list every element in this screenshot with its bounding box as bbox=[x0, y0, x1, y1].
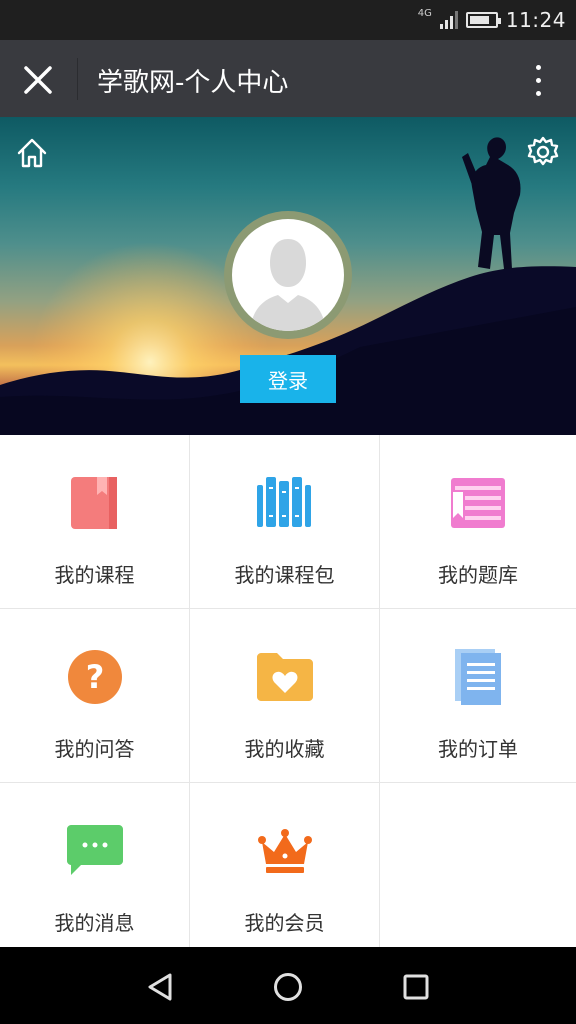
home-nav-button[interactable] bbox=[268, 967, 308, 1007]
avatar-image bbox=[232, 219, 344, 331]
gear-icon bbox=[527, 136, 559, 166]
login-button[interactable]: 登录 bbox=[240, 355, 336, 403]
menu-item-label: 我的课程 bbox=[54, 563, 135, 587]
home-circle-icon bbox=[274, 973, 302, 1001]
home-button[interactable] bbox=[14, 135, 50, 171]
recents-button[interactable] bbox=[396, 967, 436, 1007]
title-bar: 学歌网-个人中心 bbox=[0, 40, 576, 117]
more-button[interactable] bbox=[520, 58, 556, 102]
heart-folder-icon bbox=[256, 653, 313, 701]
default-user-icon bbox=[250, 239, 326, 331]
document-icon bbox=[455, 649, 501, 705]
question-circle-icon: ? bbox=[67, 650, 122, 704]
menu-item-label: 我的课程包 bbox=[234, 563, 335, 587]
close-icon bbox=[24, 66, 52, 94]
menu-item-empty bbox=[380, 783, 576, 947]
menu-item-my-messages[interactable]: 我的消息 bbox=[0, 783, 190, 947]
menu-item-my-course-packs[interactable]: 我的课程包 bbox=[190, 435, 380, 609]
crown-icon bbox=[257, 829, 312, 873]
system-navigation-bar bbox=[0, 947, 576, 1024]
menu-item-label: 我的收藏 bbox=[244, 737, 325, 761]
book-icon bbox=[70, 477, 117, 529]
status-icons: 4G 11:24 bbox=[418, 6, 566, 34]
menu-item-label: 我的问答 bbox=[54, 737, 135, 761]
menu-item-my-question-bank[interactable]: 我的题库 bbox=[380, 435, 576, 609]
title-divider bbox=[77, 58, 78, 100]
menu-grid: 我的课程 我的课程包 我的题库 ? 我的问答 我的收藏 我的订单 我的消息 我的… bbox=[0, 435, 576, 947]
menu-item-my-orders[interactable]: 我的订单 bbox=[380, 609, 576, 783]
menu-item-my-membership[interactable]: 我的会员 bbox=[190, 783, 380, 947]
avatar[interactable] bbox=[224, 211, 352, 339]
home-icon bbox=[17, 138, 47, 168]
menu-item-my-favorites[interactable]: 我的收藏 bbox=[190, 609, 380, 783]
settings-button[interactable] bbox=[526, 135, 560, 169]
books-stack-icon bbox=[256, 477, 311, 527]
page-title: 学歌网-个人中心 bbox=[97, 68, 289, 98]
recents-square-icon bbox=[403, 974, 429, 1000]
close-button[interactable] bbox=[16, 58, 60, 102]
network-type: 4G bbox=[417, 8, 432, 19]
svg-text:?: ? bbox=[85, 658, 104, 696]
more-vertical-icon bbox=[535, 64, 541, 70]
back-triangle-icon bbox=[148, 973, 172, 1001]
battery-icon bbox=[465, 12, 501, 28]
signal-icon bbox=[439, 11, 458, 29]
chat-bubble-icon bbox=[66, 825, 123, 875]
menu-item-label: 我的消息 bbox=[54, 911, 135, 935]
question-bank-icon bbox=[451, 478, 505, 528]
menu-item-label: 我的题库 bbox=[438, 563, 518, 587]
menu-item-my-qa[interactable]: ? 我的问答 bbox=[0, 609, 190, 783]
menu-item-label: 我的会员 bbox=[244, 911, 325, 935]
status-bar: 4G 11:24 bbox=[0, 0, 576, 40]
back-button[interactable] bbox=[140, 967, 180, 1007]
menu-item-my-courses[interactable]: 我的课程 bbox=[0, 435, 190, 609]
clock: 11:24 bbox=[505, 8, 566, 32]
menu-item-label: 我的订单 bbox=[438, 737, 518, 761]
profile-header: 登录 bbox=[0, 117, 576, 435]
